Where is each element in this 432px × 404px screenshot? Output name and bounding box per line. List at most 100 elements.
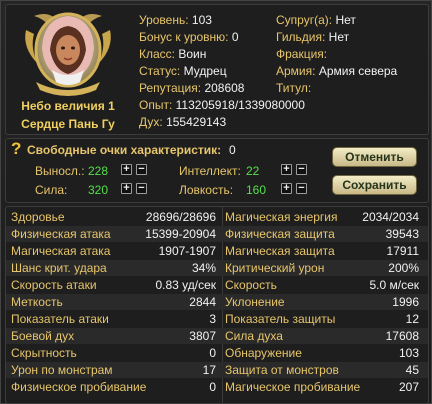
stat-value: 3807	[189, 329, 216, 343]
vitality-label: Выносл.:	[35, 164, 85, 178]
stat-name: Физическая защита	[225, 227, 335, 241]
title-info: Титул:	[276, 81, 311, 95]
table-row: Физическое пробивание 0 Магическое проби…	[6, 379, 428, 395]
save-button[interactable]: Сохранить	[332, 175, 417, 195]
intellect-minus-button[interactable]: −	[296, 164, 307, 175]
table-row: Скрытность 0 Обнаружение 103	[6, 345, 428, 361]
dexterity-plus-button[interactable]: +	[281, 183, 292, 194]
character-info-panel: Небо величия 1 Сердце Пань Гу Уровень: 1…	[5, 4, 429, 135]
stat-name: Физическое пробивание	[11, 380, 147, 394]
vitality-plus-button[interactable]: +	[121, 164, 132, 175]
status-label: Статус:	[139, 64, 181, 78]
spouse-value: Нет	[335, 13, 356, 27]
level-bonus-info: Бонус к уровню: 0	[139, 30, 239, 44]
stat-name: Меткость	[11, 295, 63, 309]
stat-value: 15399-20904	[145, 227, 216, 241]
stat-name: Защита от монстров	[225, 363, 339, 377]
table-row: Физическая атака 15399-20904 Физическая …	[6, 226, 428, 242]
free-points-label: Свободные очки характеристик:	[27, 143, 222, 157]
dexterity-value: 160	[246, 183, 267, 197]
stat-points-panel: ? Свободные очки характеристик: 0 Выносл…	[5, 138, 429, 203]
class-info: Класс: Воин	[139, 47, 206, 61]
character-name-line-1: Небо величия 1	[21, 99, 115, 113]
table-row: Магическая атака 1907-1907 Магическая за…	[6, 243, 428, 259]
stat-value: 45	[405, 363, 419, 377]
stat-name: Скорость атаки	[11, 278, 97, 292]
experience-value: 113205918/1339080000	[175, 98, 305, 112]
stat-name: Урон по монстрам	[11, 363, 113, 377]
intellect-label: Интеллект:	[179, 164, 241, 178]
reputation-value: 208608	[204, 81, 245, 95]
dexterity-label: Ловкость:	[179, 183, 234, 197]
level-value: 103	[191, 13, 212, 27]
cancel-button[interactable]: Отменить	[332, 147, 417, 167]
stat-value: 103	[398, 346, 419, 360]
army-info: Армия: Армия севера	[276, 64, 397, 78]
table-row: Здоровье 28696/28696 Магическая энергия …	[6, 209, 428, 225]
table-row: Боевой дух 3807 Сила духа 17608	[6, 328, 428, 344]
table-row: Шанс крит. удара 34% Критический урон 20…	[6, 260, 428, 276]
stat-value: 28696/28696	[145, 210, 216, 224]
level-info: Уровень: 103	[139, 13, 212, 27]
army-value: Армия севера	[318, 64, 398, 78]
stat-name: Боевой дух	[11, 329, 75, 343]
stat-value: 0.83 уд/сек	[155, 278, 216, 292]
stat-name: Показатель защиты	[225, 312, 336, 326]
guild-info: Гильдия: Нет	[276, 30, 349, 44]
vitality-value: 228	[88, 164, 109, 178]
experience-info: Опыт: 113205918/1339080000	[139, 98, 305, 112]
stat-value: 17608	[385, 329, 419, 343]
class-value: Воин	[178, 47, 207, 61]
strength-minus-button[interactable]: −	[136, 183, 147, 194]
spirit-label: Дух:	[139, 115, 163, 129]
stat-value: 200%	[388, 261, 419, 275]
dexterity-minus-button[interactable]: −	[296, 183, 307, 194]
stat-name: Скрытность	[11, 346, 77, 360]
stat-name: Магическая энергия	[225, 210, 338, 224]
stat-name: Уклонение	[225, 295, 285, 309]
stat-name: Шанс крит. удара	[11, 261, 107, 275]
faction-info: Фракция:	[276, 47, 327, 61]
stat-name: Физическая атака	[11, 227, 111, 241]
stat-name: Магическое пробивание	[225, 380, 361, 394]
vitality-minus-button[interactable]: −	[136, 164, 147, 175]
stat-value: 2034/2034	[362, 210, 419, 224]
stat-value: 1907-1907	[158, 244, 216, 258]
level-bonus-value: 0	[231, 30, 239, 44]
reputation-info: Репутация: 208608	[139, 81, 244, 95]
level-label: Уровень:	[139, 13, 189, 27]
spouse-label: Супруг(а):	[276, 13, 333, 27]
army-label: Армия:	[276, 64, 316, 78]
stat-name: Здоровье	[11, 210, 65, 224]
guild-label: Гильдия:	[276, 30, 326, 44]
strength-label: Сила:	[35, 183, 68, 197]
spirit-info: Дух: 155429143	[139, 115, 226, 129]
stat-name: Магическая атака	[11, 244, 111, 258]
stat-name: Обнаружение	[225, 346, 302, 360]
stat-value: 17911	[386, 244, 419, 258]
experience-label: Опыт:	[139, 98, 173, 112]
stat-name: Сила духа	[225, 329, 283, 343]
spouse-info: Супруг(а): Нет	[276, 13, 356, 27]
table-row: Скорость атаки 0.83 уд/сек Скорость 5.0 …	[6, 277, 428, 293]
stat-value: 0	[209, 346, 216, 360]
stat-name: Магическая защита	[225, 244, 335, 258]
stat-value: 12	[405, 312, 419, 326]
stat-value: 34%	[191, 261, 216, 275]
status-value: Мудрец	[183, 64, 227, 78]
strength-plus-button[interactable]: +	[121, 183, 132, 194]
stat-name: Критический урон	[225, 261, 325, 275]
stat-name: Показатель атаки	[11, 312, 109, 326]
character-window: Небо величия 1 Сердце Пань Гу Уровень: 1…	[0, 0, 432, 404]
stat-value: 3	[209, 312, 216, 326]
spirit-value: 155429143	[166, 115, 227, 129]
stat-value: 1996	[392, 295, 419, 309]
character-name-line-2: Сердце Пань Гу	[21, 117, 115, 131]
faction-label: Фракция:	[276, 47, 328, 61]
table-row: Показатель атаки 3 Показатель защиты 12	[6, 311, 428, 327]
intellect-plus-button[interactable]: +	[281, 164, 292, 175]
free-points-value: 0	[229, 143, 236, 157]
help-icon[interactable]: ?	[11, 140, 25, 158]
stat-value: 17	[202, 363, 216, 377]
character-portrait	[25, 12, 111, 96]
